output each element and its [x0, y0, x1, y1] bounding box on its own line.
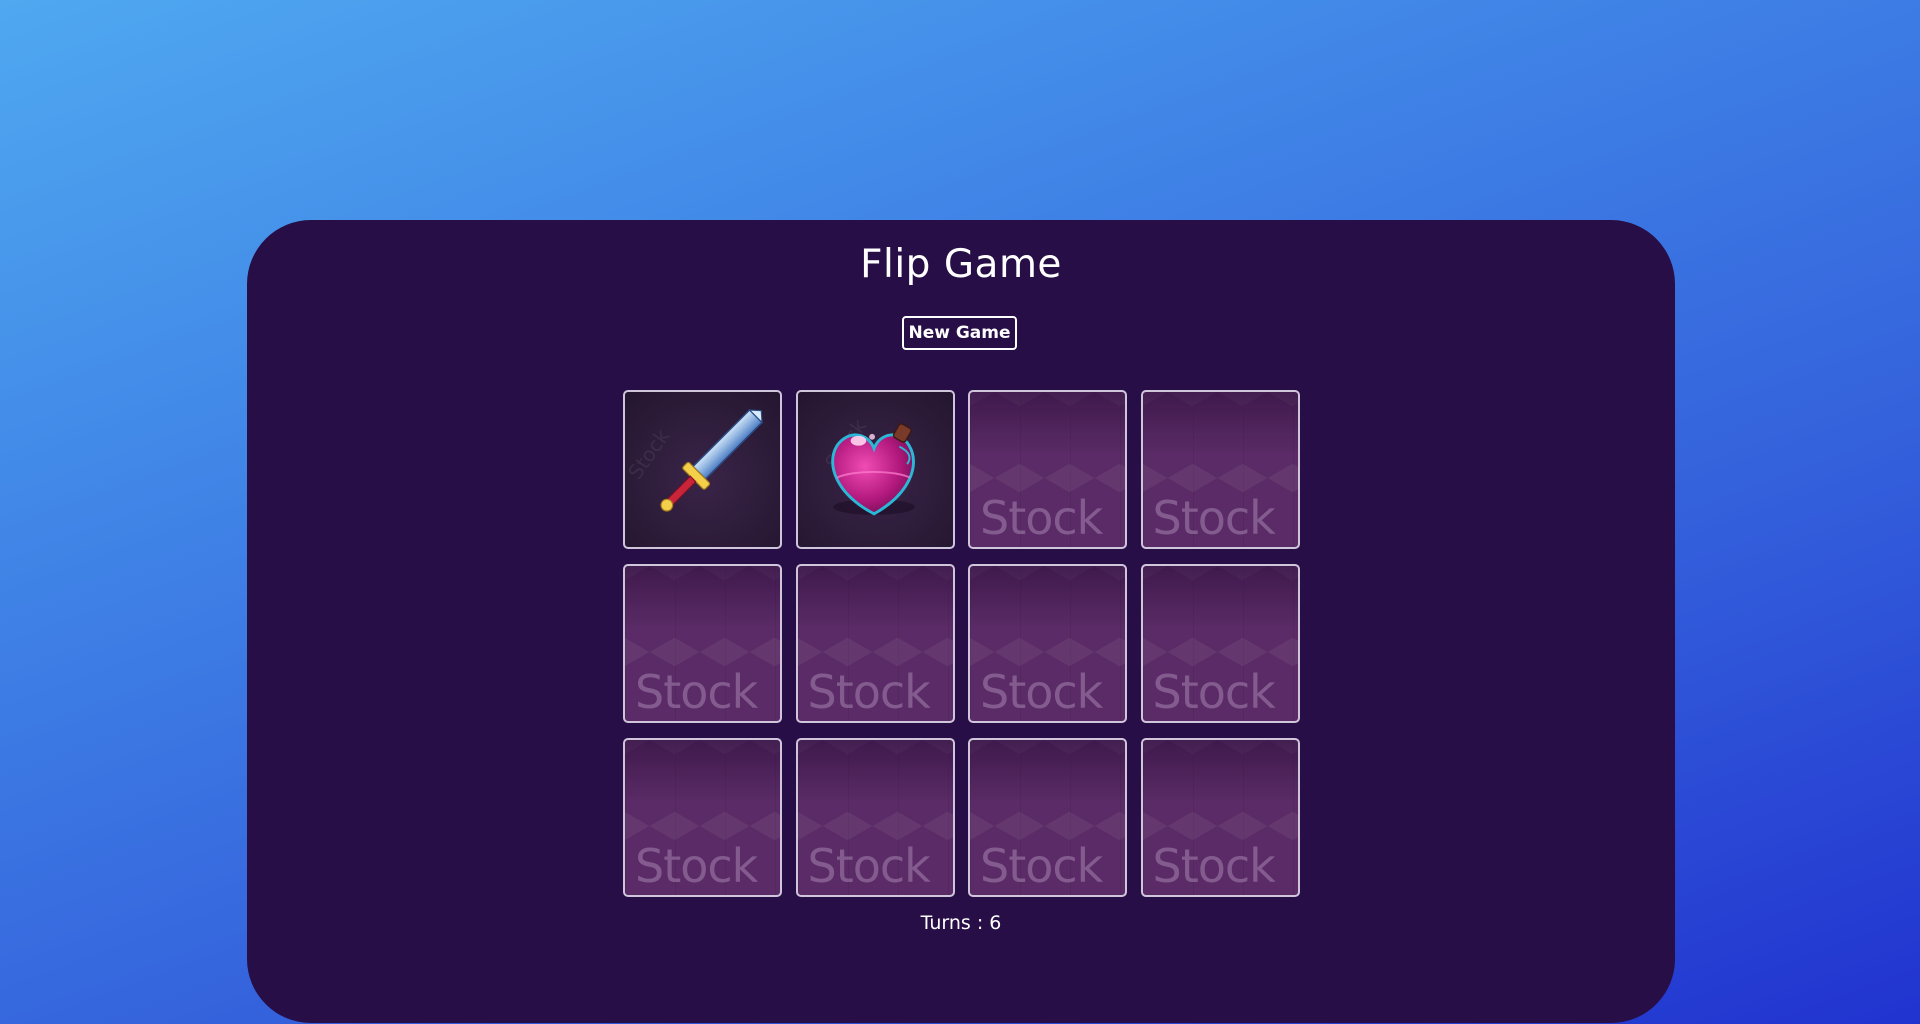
- card-face-down[interactable]: Stock: [795, 738, 955, 897]
- card-face-down[interactable]: Stock: [968, 738, 1127, 897]
- card-face-down[interactable]: Stock: [1140, 390, 1300, 549]
- card-back-watermark: Stock: [1152, 665, 1276, 719]
- game-panel: Flip Game New Game Stock Stock Stock Sto…: [247, 220, 1675, 1023]
- card-back-watermark: Stock: [980, 665, 1103, 719]
- card-back-watermark: Stock: [980, 839, 1103, 893]
- card-sword[interactable]: Stock: [623, 390, 782, 549]
- card-back-watermark: Stock: [1152, 491, 1276, 545]
- card-face-down[interactable]: Stock: [623, 564, 782, 723]
- card-face-down[interactable]: Stock: [1140, 738, 1300, 897]
- page-title: Flip Game: [860, 242, 1062, 287]
- card-back-watermark: Stock: [807, 839, 931, 893]
- card-face-down[interactable]: Stock: [1140, 564, 1300, 723]
- potion-icon: [830, 423, 915, 516]
- card-face-down[interactable]: Stock: [968, 564, 1127, 723]
- card-face-down[interactable]: Stock: [795, 564, 955, 723]
- card-potion[interactable]: Stock: [795, 390, 955, 549]
- card-back-watermark: Stock: [635, 665, 758, 719]
- card-back-watermark: Stock: [635, 839, 758, 893]
- card-grid: Stock Stock Stock Stock Stock Stock Stoc…: [623, 390, 1303, 897]
- card-face-down[interactable]: Stock: [623, 738, 782, 897]
- card-back-watermark: Stock: [980, 491, 1103, 545]
- turns-counter: Turns : 6: [920, 912, 1002, 934]
- card-face-down[interactable]: Stock: [968, 390, 1127, 549]
- sword-icon: [660, 408, 764, 512]
- card-back-watermark: Stock: [1152, 839, 1276, 893]
- new-game-button[interactable]: New Game: [902, 316, 1017, 350]
- card-back-watermark: Stock: [807, 665, 931, 719]
